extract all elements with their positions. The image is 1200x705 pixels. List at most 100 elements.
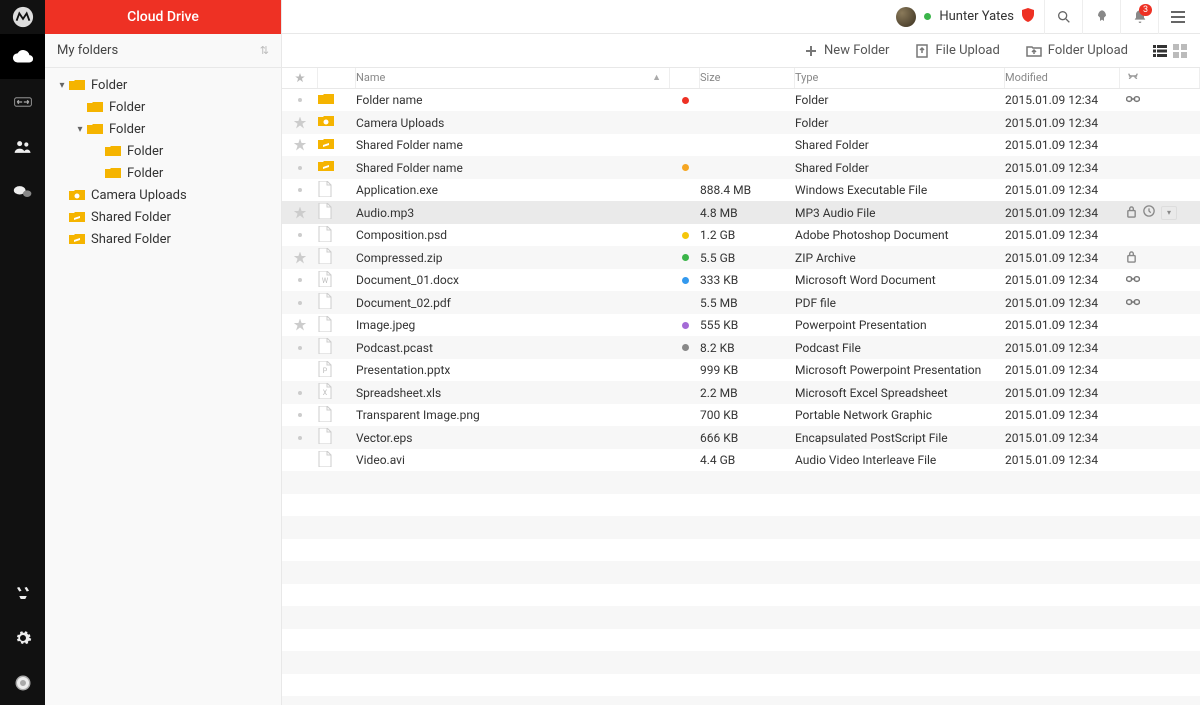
folder-icon [69,210,85,224]
user-block[interactable]: Hunter Yates [886,7,1044,27]
row-star[interactable] [282,319,318,331]
file-size: 333 KB [700,273,795,287]
file-name: Camera Uploads [356,116,670,130]
table-row[interactable]: Vector.eps666 KBEncapsulated PostScript … [282,426,1200,449]
color-dot [670,322,700,329]
file-icon [318,406,356,425]
table-row[interactable]: Camera UploadsFolder2015.01.09 12:34 [282,111,1200,134]
col-modified[interactable]: Modified [1005,68,1120,88]
folder-icon [87,100,103,114]
chevron-down-icon[interactable]: ▾ [1161,206,1177,220]
sidebar-section-header[interactable]: My folders ⇅ [45,34,281,68]
folder-icon [69,232,85,246]
table-row[interactable]: Video.avi4.4 GBAudio Video Interleave Fi… [282,449,1200,472]
left-rail [0,0,45,705]
tree-label: Folder [91,78,127,93]
color-dot [670,344,700,351]
col-star[interactable] [282,68,318,88]
tree-item[interactable]: Camera Uploads [45,184,281,206]
table-row[interactable]: Transparent Image.png700 KBPortable Netw… [282,404,1200,427]
link-icon[interactable] [1126,273,1140,287]
row-star[interactable] [282,301,318,305]
file-size: 555 KB [700,318,795,332]
row-star[interactable] [282,207,318,219]
table-row[interactable]: Folder nameFolder2015.01.09 12:34 [282,89,1200,112]
row-star[interactable] [282,391,318,395]
grid-view-icon[interactable] [1172,43,1188,59]
row-star[interactable] [282,117,318,129]
table-row[interactable]: Shared Folder nameShared Folder2015.01.0… [282,156,1200,179]
lock-icon[interactable] [1126,205,1137,221]
table-row[interactable]: Podcast.pcast8.2 KBPodcast File2015.01.0… [282,336,1200,359]
tree-item[interactable]: Shared Folder [45,228,281,250]
row-star[interactable] [282,252,318,264]
rail-sync-icon[interactable] [0,79,45,124]
app-title: Cloud Drive [45,0,281,34]
link-icon[interactable] [1126,296,1140,310]
tree-item[interactable]: Folder [45,96,281,118]
row-star[interactable] [282,413,318,417]
file-icon: X [318,383,356,402]
tree-label: Shared Folder [91,210,171,225]
col-type[interactable]: Type [795,68,1005,88]
file-size: 888.4 MB [700,183,795,197]
table-row[interactable]: Compressed.zip5.5 GBZIP Archive2015.01.0… [282,246,1200,269]
file-upload-button[interactable]: File Upload [905,34,1009,68]
table-row[interactable]: Application.exe888.4 MBWindows Executabl… [282,179,1200,202]
tree-item[interactable]: Shared Folder [45,206,281,228]
tree-toggle-icon[interactable]: ▾ [55,80,69,91]
new-folder-button[interactable]: New Folder [794,34,899,68]
tree-toggle-icon[interactable]: ▾ [73,124,87,135]
table-row[interactable]: Document_02.pdf5.5 MBPDF file2015.01.09 … [282,291,1200,314]
rail-settings-icon[interactable] [0,615,45,660]
row-star[interactable] [282,139,318,151]
file-modified: 2015.01.09 12:34 [1005,318,1120,332]
row-star[interactable] [282,436,318,440]
row-star[interactable] [282,233,318,237]
col-name[interactable]: Name▲ [356,68,670,88]
tree-item[interactable]: ▾ Folder [45,74,281,96]
tree-item[interactable]: Folder [45,140,281,162]
link-icon[interactable] [1126,93,1140,107]
row-star[interactable] [282,166,318,170]
main: Hunter Yates 3 New Folder File Upload [282,0,1200,705]
table-row[interactable]: Shared Folder nameShared Folder2015.01.0… [282,134,1200,157]
sort-icon[interactable]: ⇅ [260,44,269,57]
svg-text:X: X [323,389,328,397]
rail-recycle-icon[interactable] [0,570,45,615]
list-view-icon[interactable] [1152,43,1168,59]
app-logo-icon[interactable] [0,0,45,34]
table-row[interactable]: Composition.psd1.2 GBAdobe Photoshop Doc… [282,224,1200,247]
sort-asc-icon: ▲ [652,72,661,83]
tree-item[interactable]: ▾ Folder [45,118,281,140]
row-star[interactable] [282,188,318,192]
file-modified: 2015.01.09 12:34 [1005,363,1120,377]
lock-icon[interactable] [1126,250,1137,266]
tree-label: Folder [109,122,145,137]
row-star[interactable] [282,346,318,350]
file-modified: 2015.01.09 12:34 [1005,93,1120,107]
file-modified: 2015.01.09 12:34 [1005,206,1120,220]
table-row[interactable]: Audio.mp34.8 MBMP3 Audio File2015.01.09 … [282,201,1200,224]
search-button[interactable] [1044,0,1082,34]
table-row[interactable]: WDocument_01.docx333 KBMicrosoft Word Do… [282,269,1200,292]
rail-cloud-icon[interactable] [0,34,45,79]
file-size: 2.2 MB [700,386,795,400]
rail-contacts-icon[interactable] [0,124,45,169]
row-star[interactable] [282,98,318,102]
notifications-button[interactable]: 3 [1120,0,1158,34]
tree-item[interactable]: Folder [45,162,281,184]
row-star[interactable] [282,278,318,282]
col-size[interactable]: Size [700,68,795,88]
file-size: 5.5 MB [700,296,795,310]
table-row[interactable]: XSpreadsheet.xls2.2 MBMicrosoft Excel Sp… [282,381,1200,404]
folder-upload-button[interactable]: Folder Upload [1016,34,1138,68]
table-row[interactable]: PPresentation.pptx999 KBMicrosoft Powerp… [282,359,1200,382]
clock-icon[interactable] [1143,205,1155,220]
menu-button[interactable] [1158,0,1196,34]
folder-icon [105,144,121,158]
rail-chat-icon[interactable] [0,169,45,214]
rocket-button[interactable] [1082,0,1120,34]
rail-help-icon[interactable] [0,660,45,705]
table-row[interactable]: Image.jpeg555 KBPowerpoint Presentation2… [282,314,1200,337]
